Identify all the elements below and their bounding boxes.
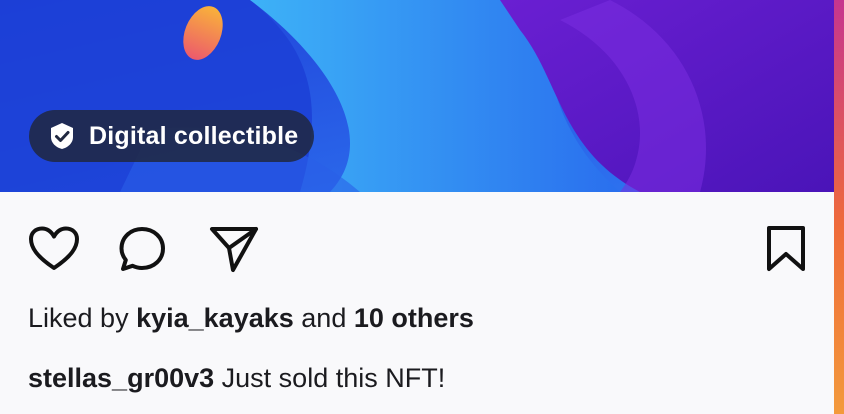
bookmark-icon[interactable] <box>764 224 808 274</box>
digital-collectible-badge[interactable]: Digital collectible <box>29 110 315 162</box>
likes-user[interactable]: kyia_kayaks <box>136 303 294 333</box>
badge-label: Digital collectible <box>89 121 299 150</box>
caption-text: Just sold this NFT! <box>221 363 446 393</box>
likes-joiner: and <box>301 303 347 333</box>
verified-check-icon <box>47 121 77 151</box>
abstract-artwork <box>0 0 834 192</box>
post-caption: stellas_gr00v3 Just sold this NFT! <box>28 363 445 394</box>
action-bar <box>0 192 834 302</box>
post-media[interactable]: Digital collectible <box>0 0 834 192</box>
post-card: Digital collectible Liked by kyia_kayaks… <box>0 0 834 414</box>
comment-icon[interactable] <box>118 226 168 272</box>
likes-summary[interactable]: Liked by kyia_kayaks and 10 others <box>28 303 474 334</box>
caption-username[interactable]: stellas_gr00v3 <box>28 363 214 393</box>
likes-others[interactable]: 10 others <box>354 303 474 333</box>
likes-prefix: Liked by <box>28 303 129 333</box>
paper-plane-icon[interactable] <box>208 224 260 274</box>
heart-icon[interactable] <box>28 226 80 272</box>
